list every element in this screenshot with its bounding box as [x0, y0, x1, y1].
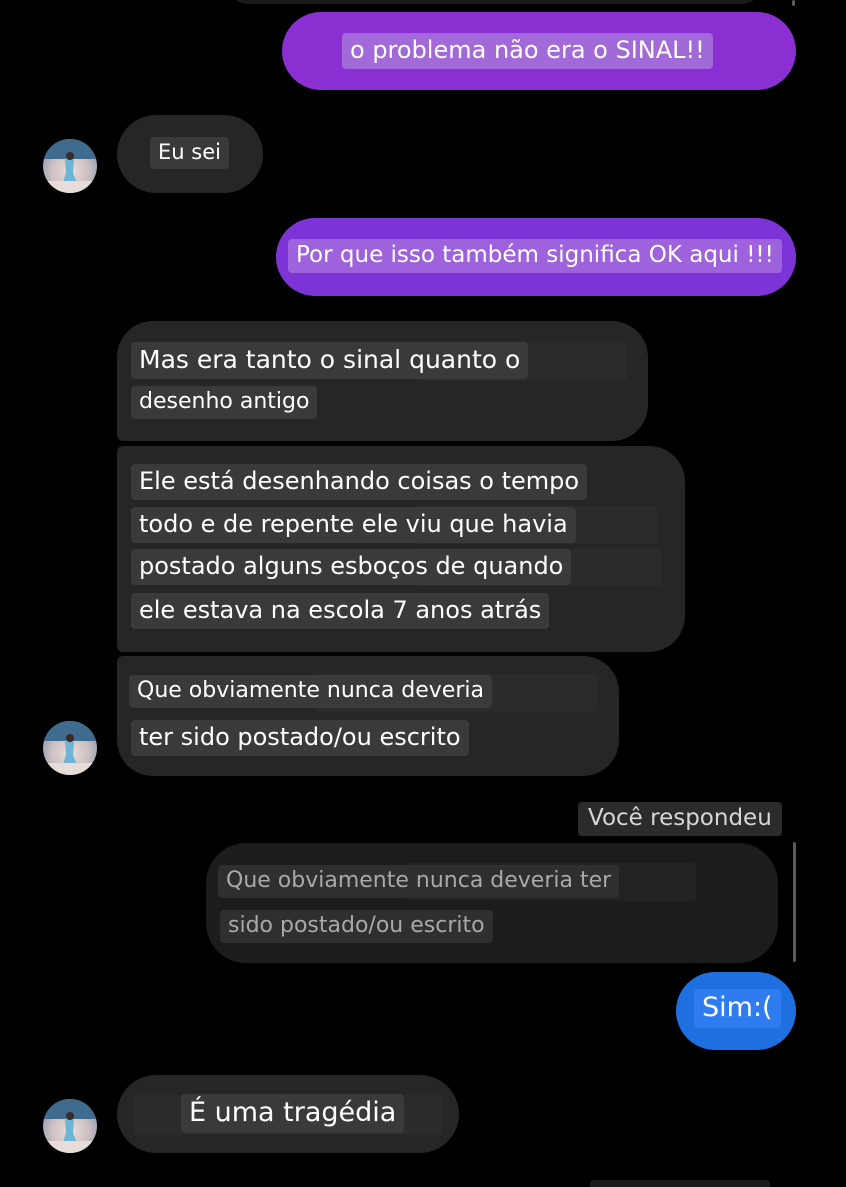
- incoming-message-bubble[interactable]: Ele está desenhando coisas o tempo todo …: [117, 446, 685, 652]
- message-line: Mas era tanto o sinal quanto o: [131, 342, 529, 379]
- scroll-indicator: [792, 0, 795, 6]
- reply-indicator-bar: [793, 842, 796, 962]
- incoming-message-bubble[interactable]: Eu sei: [117, 115, 263, 193]
- outgoing-message-bubble[interactable]: Por que isso também significa OK aqui !!…: [276, 218, 796, 296]
- outgoing-message-bubble[interactable]: Sim:(: [676, 972, 796, 1050]
- avatar-photo-icon: [43, 721, 97, 775]
- next-message-stub: [590, 1180, 770, 1187]
- message-text: Eu sei: [150, 137, 229, 169]
- message-text: É uma tragédia: [181, 1094, 405, 1133]
- reply-label: Você respondeu: [578, 802, 782, 836]
- message-text: o problema não era o SINAL!!: [342, 33, 713, 69]
- contact-avatar[interactable]: [43, 139, 97, 193]
- incoming-message-bubble[interactable]: É uma tragédia: [117, 1075, 459, 1153]
- contact-avatar[interactable]: [43, 1099, 97, 1153]
- message-line: ter sido postado/ou escrito: [131, 720, 469, 756]
- quoted-line: sido postado/ou escrito: [220, 910, 493, 943]
- avatar-photo-icon: [43, 139, 97, 193]
- message-text: Sim:(: [694, 989, 781, 1028]
- message-line: postado alguns esboços de quando: [131, 549, 572, 585]
- previous-message-stub: [225, 0, 765, 4]
- avatar-photo-icon: [43, 1099, 97, 1153]
- message-line: Que obviamente nunca deveria: [129, 675, 492, 708]
- quoted-message-bubble[interactable]: Que obviamente nunca deveria ter sido po…: [206, 843, 778, 963]
- message-line: todo e de repente ele viu que havia: [131, 507, 576, 543]
- contact-avatar[interactable]: [43, 721, 97, 775]
- quoted-line: Que obviamente nunca deveria ter: [218, 865, 620, 898]
- incoming-message-bubble[interactable]: Mas era tanto o sinal quanto o desenho a…: [117, 321, 648, 441]
- message-line: desenho antigo: [131, 386, 318, 419]
- message-text: Por que isso também significa OK aqui !!…: [288, 239, 782, 273]
- message-line: ele estava na escola 7 anos atrás: [131, 593, 550, 629]
- incoming-message-bubble[interactable]: Que obviamente nunca deveria ter sido po…: [117, 656, 619, 776]
- outgoing-message-bubble[interactable]: o problema não era o SINAL!!: [282, 12, 796, 90]
- message-line: Ele está desenhando coisas o tempo: [131, 464, 588, 500]
